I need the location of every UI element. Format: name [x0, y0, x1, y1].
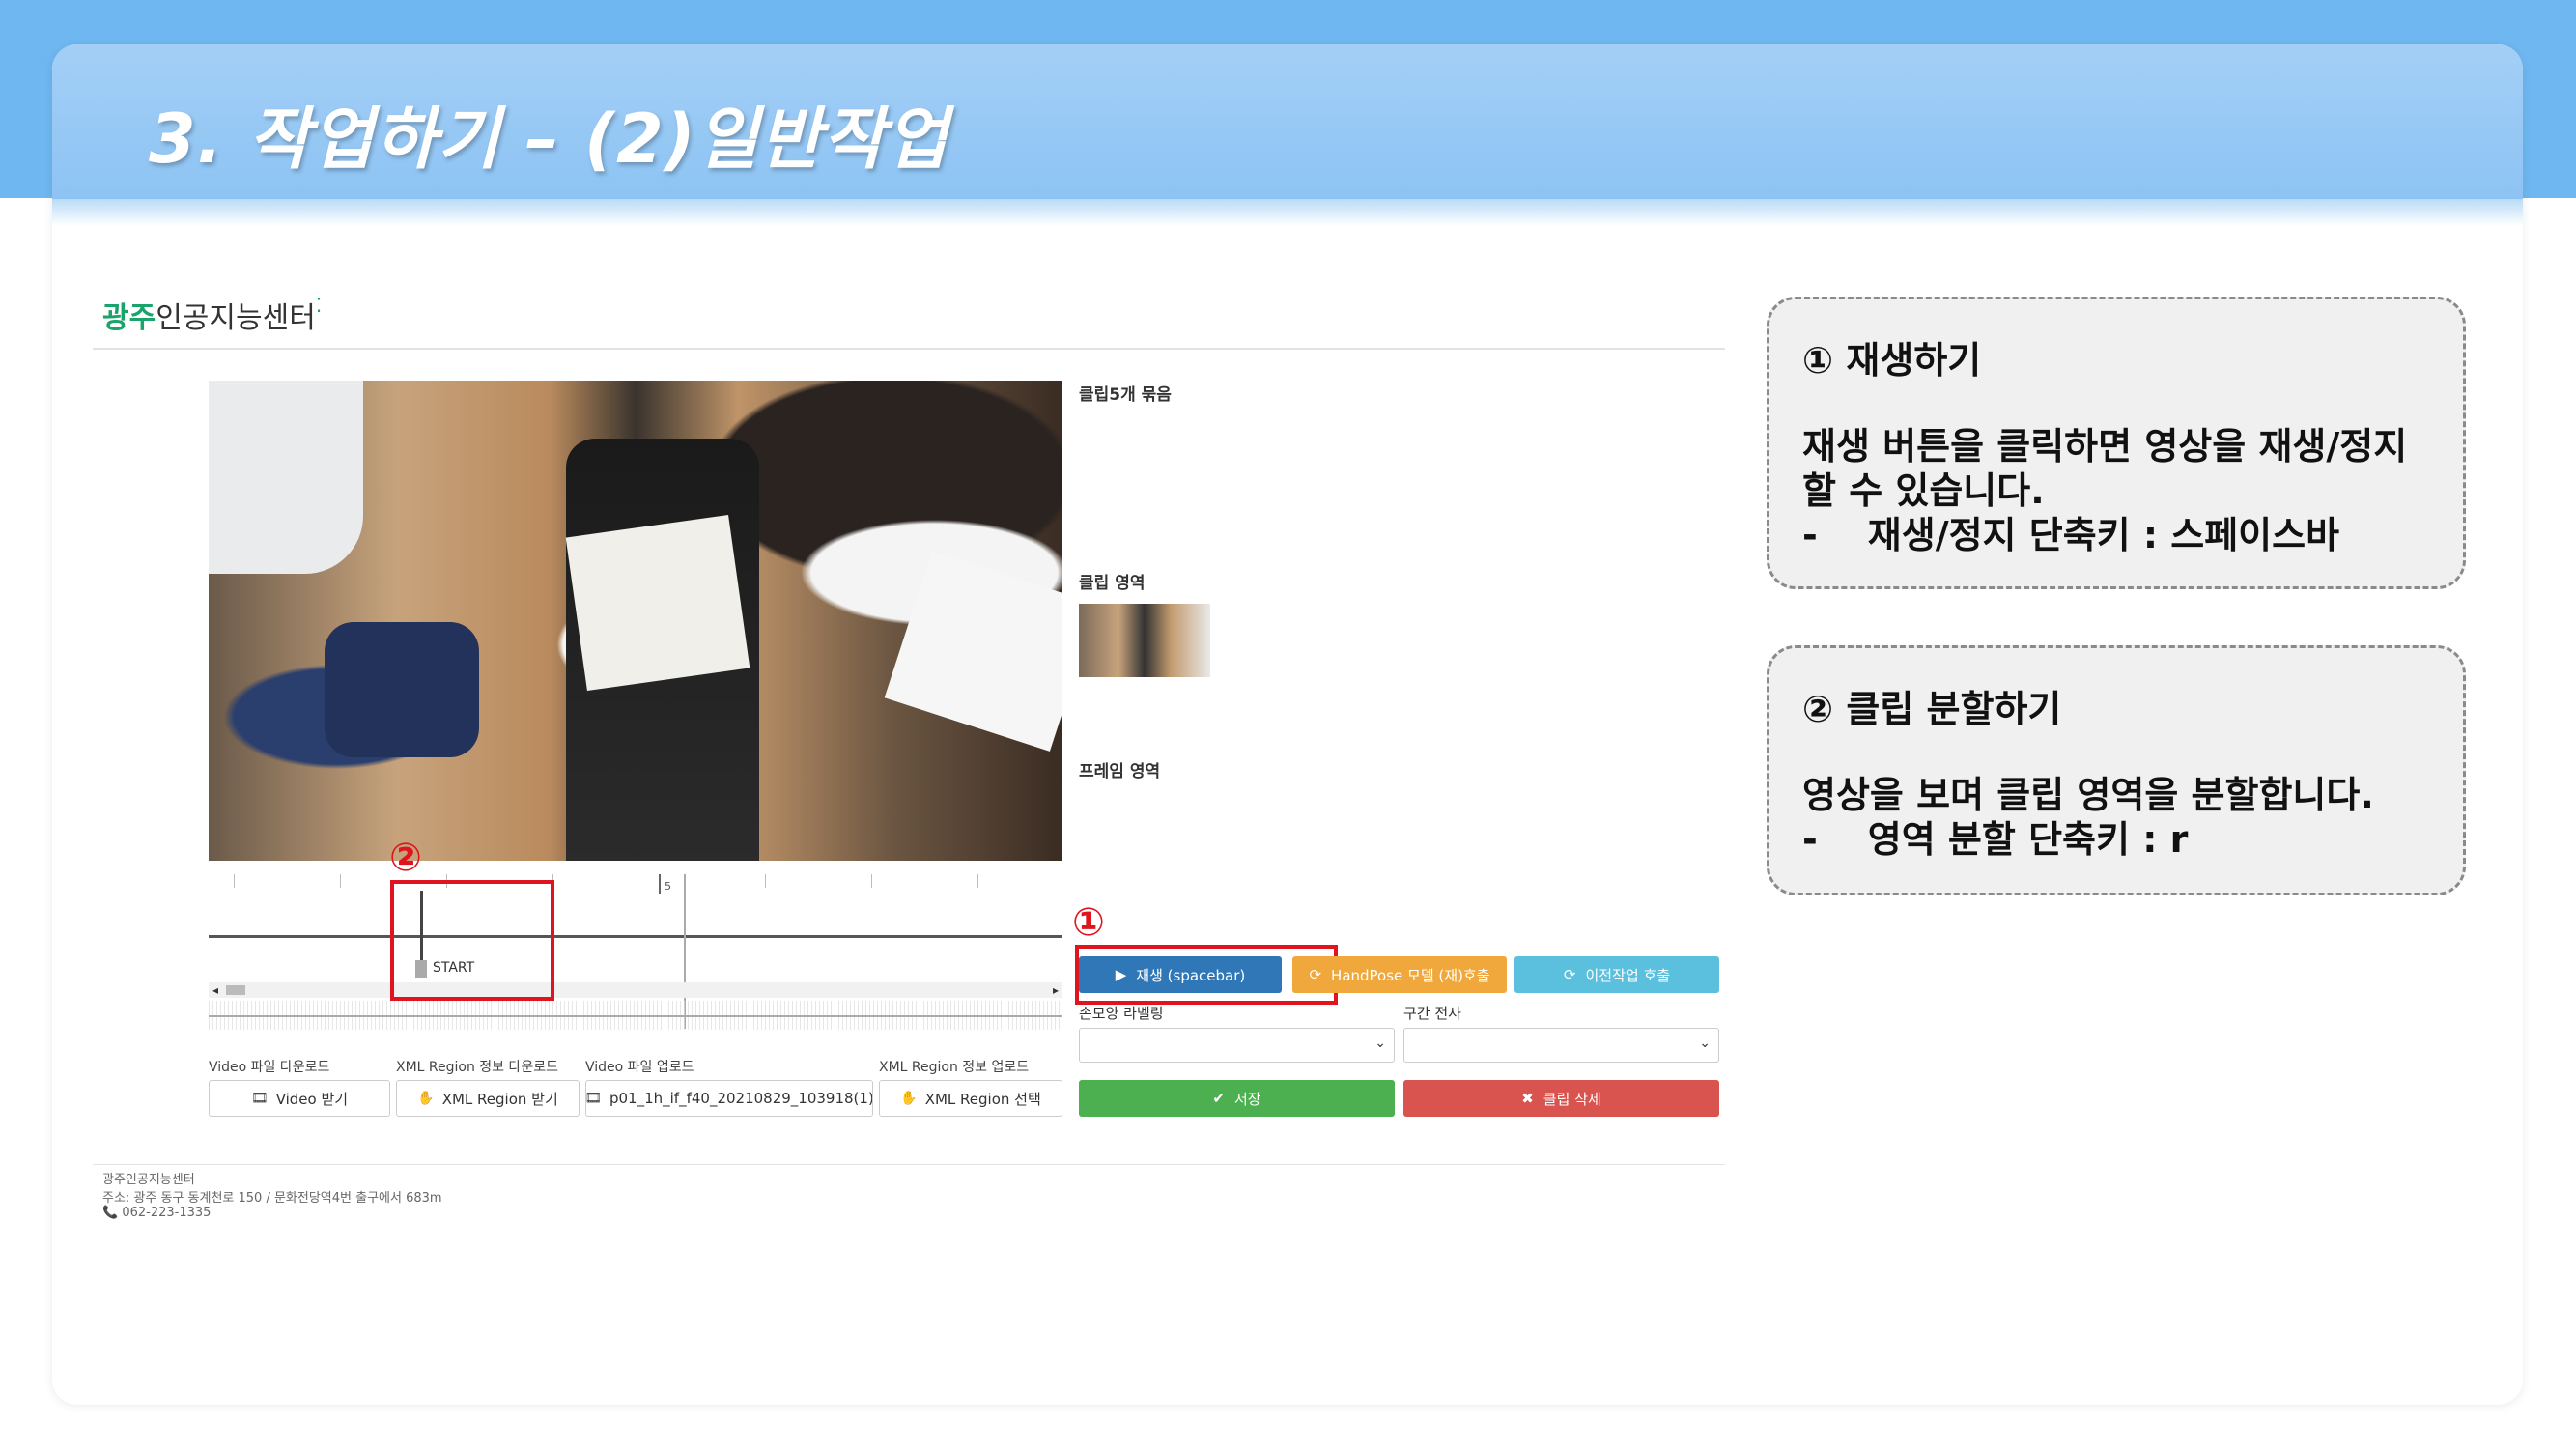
video-upload-label: Video 파일 업로드: [585, 1060, 694, 1075]
app-logo[interactable]: 광주인공지능센터⁚: [102, 294, 322, 336]
section-transcribe-label: 구간 전사: [1403, 1005, 1461, 1022]
video-upload-file: p01_1h_if_f40_20210829_103918(1): [609, 1090, 873, 1107]
video-download-label: Video 파일 다운로드: [209, 1060, 330, 1075]
frame-area-label: 프레임 영역: [1079, 762, 1161, 781]
bullet-dash: -: [1802, 514, 1818, 556]
film-icon: 🎞: [585, 1091, 602, 1106]
check-icon: ✔: [1212, 1090, 1225, 1107]
xml-upload-label: XML Region 정보 업로드: [879, 1060, 1030, 1075]
callout-play-body: 재생 버튼을 클릭하면 영상을 재생/정지할 수 있습니다.: [1802, 425, 2408, 512]
prev-work-button[interactable]: ⟳ 이전작업 호출: [1514, 956, 1719, 993]
ruler-second-tick: [659, 874, 661, 894]
callout-play: ① 재생하기 재생 버튼을 클릭하면 영상을 재생/정지할 수 있습니다. - …: [1767, 297, 2466, 589]
timeline-scrollbar[interactable]: ◂ ▸: [209, 982, 1062, 998]
film-icon: 🎞: [250, 1091, 269, 1106]
phone-icon: 📞: [102, 1206, 119, 1220]
timeline-ruler: 5: [209, 874, 1062, 894]
xml-download-button[interactable]: ✋ XML Region 받기: [396, 1080, 580, 1117]
clip-area-label: 클립 영역: [1079, 574, 1146, 593]
annotation-box-2: [390, 880, 554, 1001]
overview-waveform-axis: [209, 1015, 1062, 1017]
footer-address: 주소: 광주 동구 동계천로 150 / 문화전당역4번 출구에서 683m: [102, 1191, 442, 1206]
video-download-button[interactable]: 🎞 Video 받기: [209, 1080, 390, 1117]
callout-play-bullet: - 재생/정지 단축키 : 스페이스바: [1802, 513, 2434, 557]
scroll-left-icon[interactable]: ◂: [212, 982, 218, 998]
video-scene-paper: [565, 514, 750, 692]
video-scene-cloth: [209, 381, 363, 574]
scroll-thumb[interactable]: [226, 985, 245, 995]
logo-dots-icon: ⁚: [315, 294, 323, 317]
close-icon: ✖: [1521, 1090, 1534, 1107]
header-divider: [93, 348, 1725, 350]
annotation-marker-2: ②: [389, 836, 422, 880]
header-fade: [52, 199, 2523, 226]
prev-work-button-label: 이전작업 호출: [1585, 966, 1671, 984]
video-scene-bag: [325, 622, 479, 757]
logo-rest: 인공지능센터: [156, 301, 316, 335]
scroll-right-icon[interactable]: ▸: [1053, 982, 1059, 998]
save-button[interactable]: ✔ 저장: [1079, 1080, 1395, 1117]
footer-divider: [93, 1164, 1725, 1165]
callout-split-title: ② 클립 분할하기: [1802, 688, 2062, 730]
video-player[interactable]: [209, 381, 1062, 861]
logo-highlight: 광주: [102, 301, 156, 335]
clip-thumbnail[interactable]: [1079, 604, 1210, 677]
callout-play-title: ① 재생하기: [1802, 339, 1982, 382]
footer-org: 광주인공지능센터: [102, 1173, 195, 1187]
delete-clip-button-label: 클립 삭제: [1543, 1090, 1601, 1108]
callout-play-shortcut: 재생/정지 단축키 : 스페이스바: [1867, 514, 2340, 556]
handpose-button-label: HandPose 모델 (재)호출: [1331, 966, 1490, 984]
video-upload-button[interactable]: 🎞 p01_1h_if_f40_20210829_103918(1): [585, 1080, 873, 1117]
xml-download-label: XML Region 정보 다운로드: [396, 1060, 559, 1075]
callout-split: ② 클립 분할하기 영상을 보며 클립 영역을 분할합니다. - 영역 분할 단…: [1767, 645, 2466, 895]
ruler-tick: [234, 874, 235, 888]
footer-phone-row: 📞 062-223-1335: [102, 1206, 211, 1220]
chevron-down-icon: ⌄: [1699, 1036, 1711, 1051]
xml-upload-button[interactable]: ✋ XML Region 선택: [879, 1080, 1062, 1117]
xml-upload-button-label: XML Region 선택: [924, 1090, 1041, 1108]
ruler-tick: [340, 874, 341, 888]
hand-label-label: 손모양 라벨링: [1079, 1005, 1164, 1022]
ruler-tick: [765, 874, 766, 888]
delete-clip-button[interactable]: ✖ 클립 삭제: [1403, 1080, 1719, 1117]
save-button-label: 저장: [1233, 1090, 1261, 1108]
chevron-down-icon: ⌄: [1374, 1036, 1386, 1051]
annotation-marker-1: ①: [1072, 900, 1105, 945]
refresh-icon: ⟳: [1309, 966, 1322, 983]
hand-icon: ✋: [900, 1091, 918, 1106]
ruler-tick: [977, 874, 978, 888]
waveform[interactable]: [209, 935, 1062, 938]
callout-split-bullet: - 영역 분할 단축키 : r: [1802, 817, 2434, 862]
video-download-button-label: Video 받기: [275, 1090, 349, 1108]
video-scene-laptop: [884, 551, 1062, 752]
callout-split-body: 영상을 보며 클립 영역을 분할합니다.: [1802, 774, 2374, 816]
hand-label-select[interactable]: ⌄: [1079, 1028, 1395, 1063]
footer-phone: 062-223-1335: [122, 1206, 212, 1220]
handpose-button[interactable]: ⟳ HandPose 모델 (재)호출: [1292, 956, 1507, 993]
clip-group-label: 클립5개 묶음: [1079, 385, 1172, 405]
callout-split-shortcut: 영역 분할 단축키 : r: [1867, 818, 2189, 861]
slide-title: 3. 작업하기 – (2)일반작업: [149, 99, 949, 179]
ruler-second-label: 5: [665, 880, 671, 893]
refresh-icon: ⟳: [1563, 966, 1576, 983]
section-transcribe-select[interactable]: ⌄: [1403, 1028, 1719, 1063]
ruler-tick: [871, 874, 872, 888]
xml-download-button-label: XML Region 받기: [441, 1090, 558, 1108]
hand-icon: ✋: [417, 1091, 435, 1106]
bullet-dash: -: [1802, 818, 1818, 861]
